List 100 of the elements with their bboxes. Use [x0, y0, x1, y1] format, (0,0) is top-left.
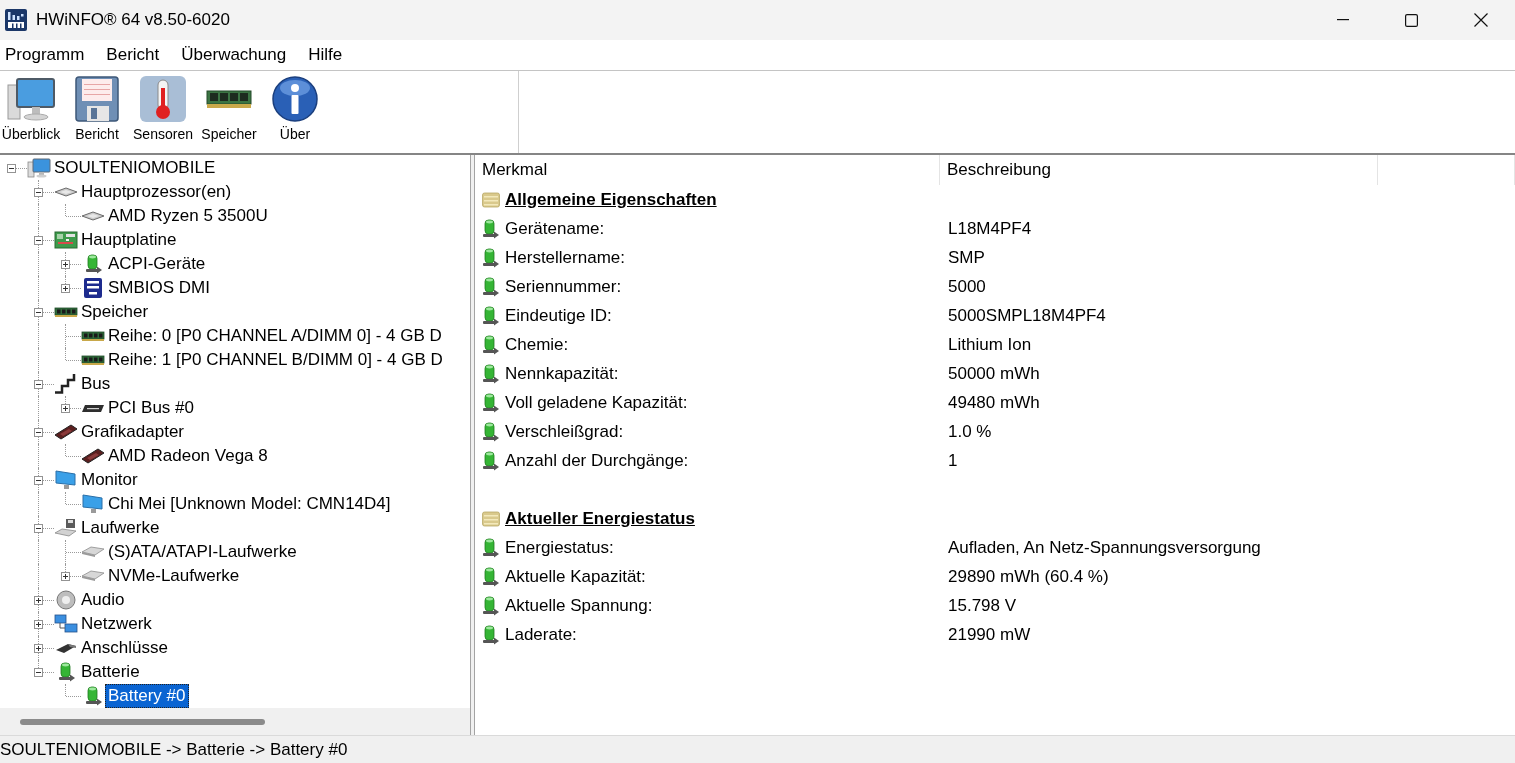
collapse-toggle[interactable] — [34, 236, 43, 245]
collapse-toggle[interactable] — [34, 524, 43, 533]
property-name: Seriennummer: — [505, 276, 622, 297]
menu-item[interactable]: Programm — [5, 42, 85, 68]
property-value: 50000 mWh — [948, 363, 1040, 384]
menu-item[interactable]: Überwachung — [181, 42, 287, 68]
property-name: Eindeutige ID: — [505, 305, 612, 326]
battery-icon — [482, 247, 500, 268]
tree-item[interactable]: Reihe: 1 [P0 CHANNEL B/DIMM 0] - 4 GB D — [105, 348, 446, 372]
property-name: Aktuelle Spannung: — [505, 595, 653, 616]
property-value: L18M4PF4 — [948, 218, 1032, 239]
tree-item[interactable]: Hauptplatine — [78, 228, 180, 252]
tree-item[interactable]: SOULTENIOMOBILE — [51, 156, 219, 180]
plug-icon — [54, 642, 78, 654]
expand-toggle[interactable] — [34, 596, 43, 605]
property-name: Nennkapazität: — [505, 363, 619, 384]
tree-item[interactable]: SMBIOS DMI — [105, 276, 213, 300]
section-icon — [482, 191, 500, 208]
tree-item[interactable]: Battery #0 — [105, 684, 189, 708]
chip-icon — [81, 211, 105, 221]
maximize-icon — [1405, 13, 1418, 27]
tree-item[interactable]: Audio — [78, 588, 128, 612]
tree-item[interactable]: Speicher — [78, 300, 152, 324]
battery-icon — [482, 334, 500, 355]
toolbar-button[interactable]: Speicher — [198, 71, 260, 153]
property-name: Anzahl der Durchgänge: — [505, 450, 689, 471]
menu-item[interactable]: Bericht — [106, 42, 160, 68]
collapse-toggle[interactable] — [7, 164, 16, 173]
expand-toggle[interactable] — [34, 620, 43, 629]
expand-toggle[interactable] — [61, 572, 70, 581]
window-title: HWiNFO® 64 v8.50-6020 — [36, 10, 230, 30]
collapse-toggle[interactable] — [34, 428, 43, 437]
expand-toggle[interactable] — [61, 284, 70, 293]
toolbar-button[interactable]: Über — [264, 71, 326, 153]
property-value: 29890 mWh (60.4 %) — [948, 566, 1109, 587]
collapse-toggle[interactable] — [34, 476, 43, 485]
property-name: Aktuelle Kapazität: — [505, 566, 646, 587]
column-header[interactable]: Beschreibung — [940, 155, 1378, 185]
thermometer-icon — [139, 75, 187, 123]
tree-item[interactable]: Chi Mei [Unknown Model: CMN14D4] — [105, 492, 394, 516]
battery-icon — [482, 276, 500, 297]
battery-icon — [482, 450, 500, 471]
tree-item[interactable]: ACPI-Geräte — [105, 252, 209, 276]
minimize-icon — [1336, 19, 1349, 21]
stepped-line-icon — [54, 374, 78, 394]
tree-item[interactable]: Laufwerke — [78, 516, 163, 540]
toolbar-button[interactable]: Überblick — [0, 71, 62, 153]
collapse-toggle[interactable] — [34, 668, 43, 677]
graphics-card-icon — [81, 446, 105, 466]
tree-item[interactable]: Hauptprozessor(en) — [78, 180, 235, 204]
memory-stick-icon — [81, 354, 105, 366]
tree-item[interactable]: PCI Bus #0 — [105, 396, 197, 420]
scrollbar-thumb[interactable] — [20, 718, 265, 725]
column-header[interactable]: Merkmal — [475, 155, 940, 185]
tree-item[interactable]: Netzwerk — [78, 612, 155, 636]
tree-item[interactable]: AMD Ryzen 5 3500U — [105, 204, 271, 228]
property-value: 1.0 % — [948, 421, 992, 442]
expand-toggle[interactable] — [34, 644, 43, 653]
memory-stick-icon — [205, 89, 253, 109]
section-title: Allgemeine Eigenschaften — [505, 189, 717, 210]
collapse-toggle[interactable] — [34, 380, 43, 389]
property-value: 15.798 V — [948, 595, 1017, 616]
drive-icon — [54, 518, 78, 538]
toolbar-button[interactable]: Bericht — [66, 71, 128, 153]
toolbar-button[interactable]: Sensoren — [132, 71, 194, 153]
property-name: Voll geladene Kapazität: — [505, 392, 688, 413]
tree-item[interactable]: Monitor — [78, 468, 141, 492]
battery-icon — [482, 218, 500, 239]
graphics-card-icon — [54, 422, 78, 442]
property-value: 49480 mWh — [948, 392, 1040, 413]
tree-item[interactable]: Batterie — [78, 660, 143, 684]
collapse-toggle[interactable] — [34, 188, 43, 197]
computer-icon — [7, 75, 55, 123]
expand-toggle[interactable] — [61, 404, 70, 413]
tree-item[interactable]: Anschlüsse — [78, 636, 171, 660]
info-icon — [271, 75, 319, 123]
property-value: SMP — [948, 247, 985, 268]
property-value: Lithium Ion — [948, 334, 1032, 355]
battery-icon — [482, 363, 500, 384]
collapse-toggle[interactable] — [34, 308, 43, 317]
tree-item[interactable]: Grafikadapter — [78, 420, 187, 444]
tree-item[interactable]: Reihe: 0 [P0 CHANNEL A/DIMM 0] - 4 GB D — [105, 324, 445, 348]
tree-item[interactable]: NVMe-Laufwerke — [105, 564, 243, 588]
property-name: Herstellername: — [505, 247, 625, 268]
app-logo-icon — [5, 9, 27, 31]
battery-icon — [482, 537, 500, 558]
property-value: 21990 mW — [948, 624, 1031, 645]
disk-drive-icon — [81, 546, 105, 558]
tree-item[interactable]: (S)ATA/ATAPI-Laufwerke — [105, 540, 300, 564]
circuit-board-icon — [54, 230, 78, 250]
menu-item[interactable]: Hilfe — [308, 42, 343, 68]
tree-item[interactable]: Bus — [78, 372, 114, 396]
status-text: SOULTENIOMOBILE -> Batterie -> Battery #0 — [0, 739, 348, 760]
battery-icon — [482, 392, 500, 413]
memory-stick-icon — [81, 330, 105, 342]
tree-item[interactable]: AMD Radeon Vega 8 — [105, 444, 271, 468]
property-name: Chemie: — [505, 334, 569, 355]
memory-stick-icon — [54, 306, 78, 318]
expand-toggle[interactable] — [61, 260, 70, 269]
property-value: 5000 — [948, 276, 986, 297]
